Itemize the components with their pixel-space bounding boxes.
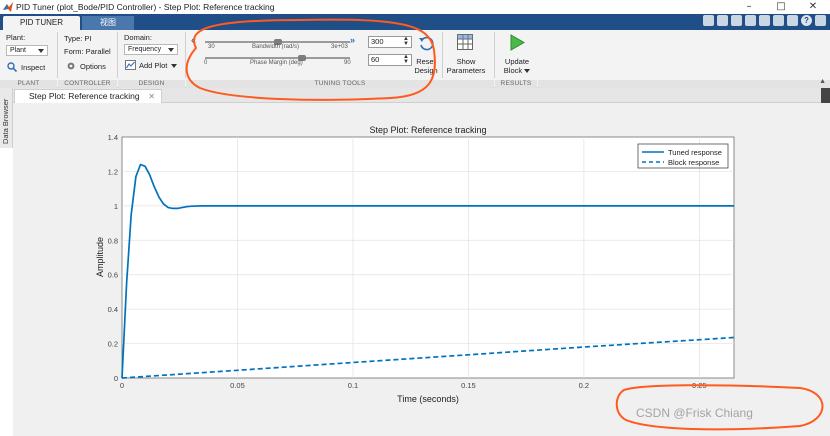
y-tick-label: 0.6	[108, 271, 118, 280]
x-tick-label: 0.15	[461, 381, 476, 390]
x-tick-label: 0	[120, 381, 124, 390]
x-tick-label: 0.1	[348, 381, 358, 390]
y-tick-label: 0.4	[108, 305, 118, 314]
x-tick-label: 0.05	[230, 381, 245, 390]
x-tick-labels: 0 0.05 0.1 0.15 0.2 0.25	[120, 381, 707, 390]
y-tick-label: 0.8	[108, 236, 118, 245]
legend-label-tuned: Tuned response	[668, 148, 722, 157]
watermark-text: CSDN @Frisk Chiang	[636, 406, 753, 420]
y-tick-labels: 0 0.2 0.4 0.6 0.8 1 1.2 1.4	[108, 133, 118, 383]
y-axis-label: Amplitude	[95, 237, 105, 277]
annotation-circle-tuning-tools	[185, 18, 436, 101]
chart-title: Step Plot: Reference tracking	[369, 125, 486, 135]
y-tick-label: 0	[114, 374, 118, 383]
step-plot-chart: 0 0.05 0.1 0.15 0.2 0.25 00.20.40.60.811.21.4…	[95, 18, 824, 431]
legend: Tuned response Block response	[637, 143, 729, 169]
y-tick-label: 1	[114, 202, 118, 211]
y-tick-label: 1.4	[108, 133, 118, 142]
legend-label-block: Block response	[668, 158, 719, 167]
y-tick-label: 1.2	[108, 167, 118, 176]
pid-tuner-window: PID Tuner (plot_Bode/PID Controller) - S…	[0, 0, 830, 436]
y-tick-label: 0.2	[108, 340, 118, 349]
x-tick-label: 0.2	[579, 381, 589, 390]
axes-box	[121, 136, 735, 379]
x-axis-label: Time (seconds)	[397, 394, 459, 404]
